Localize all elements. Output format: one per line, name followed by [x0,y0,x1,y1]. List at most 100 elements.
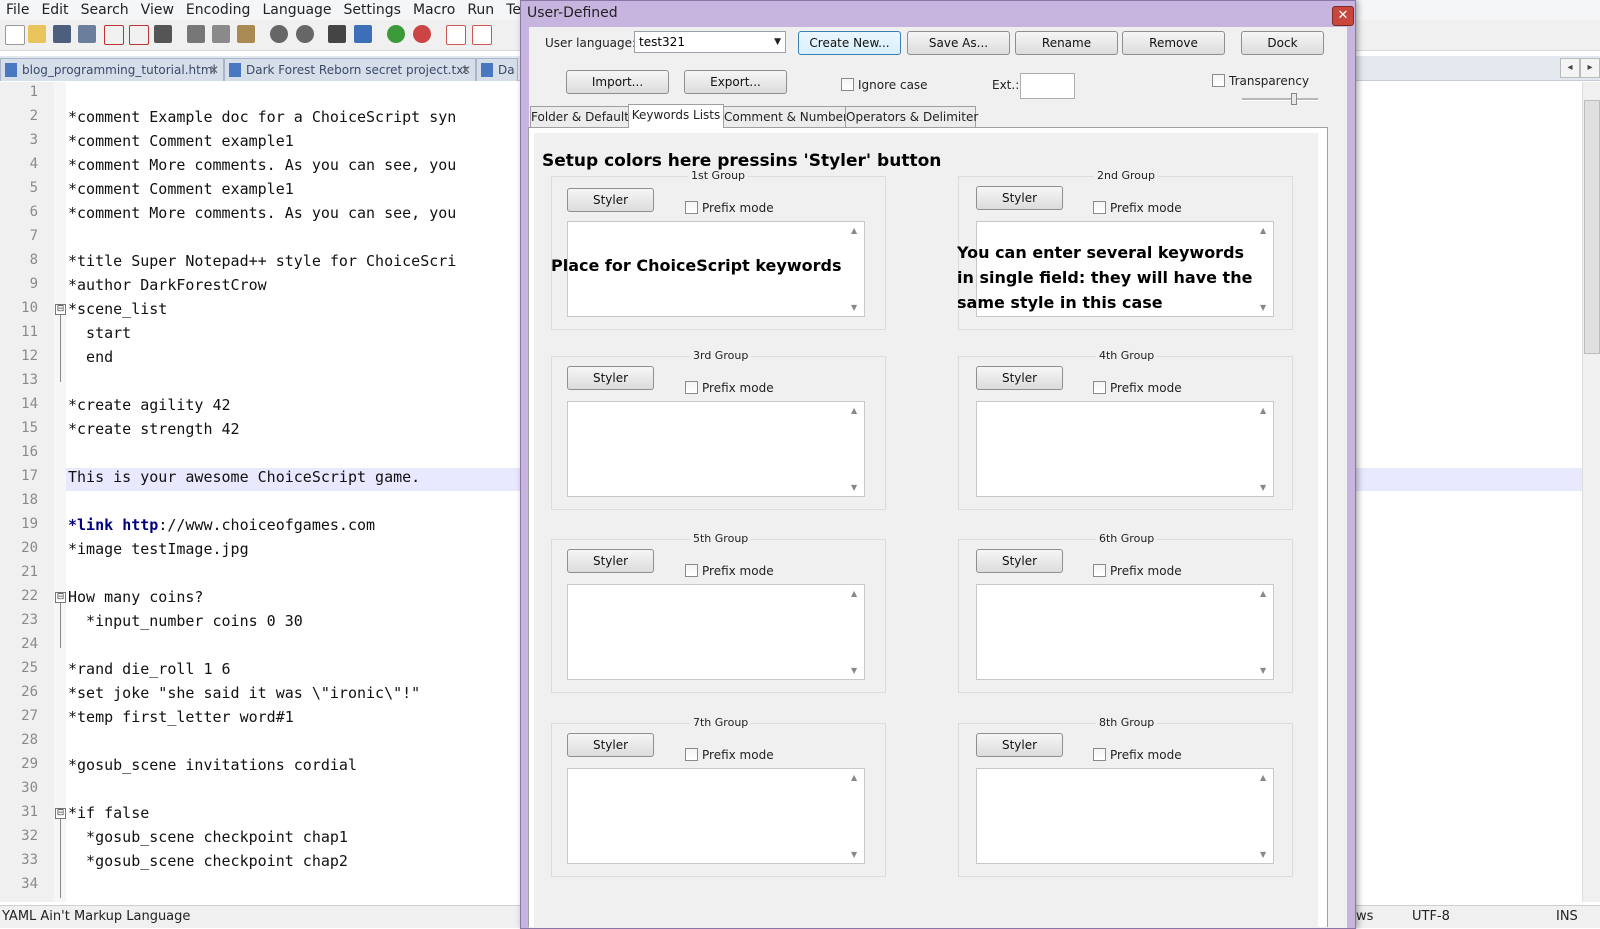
group-3-keywords-textarea[interactable]: ▲ ▼ [567,401,865,497]
close-file-icon[interactable] [104,25,124,45]
tab-close-icon[interactable]: ✕ [461,59,471,81]
print-icon[interactable] [154,25,172,43]
tab-close-icon[interactable]: ✕ [209,59,219,81]
tab-scroll-left-icon[interactable]: ◂ [1560,58,1580,78]
menu-settings[interactable]: Settings [338,0,407,20]
scroll-up-icon[interactable]: ▲ [851,589,857,598]
sync-scroll-v-icon[interactable] [446,25,466,45]
tab-keywords-lists[interactable]: Keywords Lists [628,104,724,128]
redo-icon[interactable] [296,25,314,43]
ignore-case-checkbox[interactable] [841,78,854,91]
tab-blog-programming-tutorial[interactable]: blog_programming_tutorial.html ✕ [0,58,224,81]
textarea-scrollbar[interactable]: ▲ ▼ [847,769,864,863]
scroll-down-icon[interactable]: ▼ [851,483,857,492]
save-all-icon[interactable] [78,25,96,43]
close-all-icon[interactable] [129,25,149,45]
find-icon[interactable] [328,25,346,43]
save-as-button[interactable]: Save As... [907,31,1010,55]
dialog-close-icon[interactable]: ✕ [1332,6,1354,26]
scroll-down-icon[interactable]: ▼ [1260,666,1266,675]
textarea-scrollbar[interactable]: ▲ ▼ [847,402,864,496]
group-3-styler-button[interactable]: Styler [567,366,654,390]
code-text: ://www.choiceofgames.com [158,516,376,534]
menu-encoding[interactable]: Encoding [180,0,257,20]
export-button[interactable]: Export... [684,70,787,94]
scroll-up-icon[interactable]: ▲ [1260,589,1266,598]
transparency-checkbox[interactable] [1212,74,1225,87]
scroll-down-icon[interactable]: ▼ [851,303,857,312]
tab-truncated[interactable]: Da [476,58,518,81]
group-7-prefix-checkbox[interactable] [685,748,698,761]
import-button[interactable]: Import... [566,70,669,94]
group-1-styler-button[interactable]: Styler [567,188,654,212]
save-icon[interactable] [53,25,71,43]
sync-scroll-h-icon[interactable] [472,25,492,45]
group-7-styler-button[interactable]: Styler [567,733,654,757]
scroll-down-icon[interactable]: ▼ [851,666,857,675]
menu-run[interactable]: Run [461,0,500,20]
group-8-keywords-textarea[interactable]: ▲ ▼ [976,768,1274,864]
group-8-prefix-checkbox[interactable] [1093,748,1106,761]
group-1-prefix-checkbox[interactable] [685,201,698,214]
group-4-styler-button[interactable]: Styler [976,366,1063,390]
group-5-styler-button[interactable]: Styler [567,549,654,573]
menu-search[interactable]: Search [75,0,135,20]
scroll-down-icon[interactable]: ▼ [1260,303,1266,312]
zoom-out-icon[interactable] [413,25,431,43]
menu-view[interactable]: View [135,0,180,20]
scroll-down-icon[interactable]: ▼ [1260,850,1266,859]
transparency-slider-thumb[interactable] [1291,93,1297,105]
new-file-icon[interactable] [5,25,25,45]
textarea-scrollbar[interactable]: ▲ ▼ [1256,402,1273,496]
group-5-keywords-textarea[interactable]: ▲ ▼ [567,584,865,680]
group-2-prefix-checkbox[interactable] [1093,201,1106,214]
group-5-prefix-checkbox[interactable] [685,564,698,577]
group-4-keywords-textarea[interactable]: ▲ ▼ [976,401,1274,497]
dock-button[interactable]: Dock [1241,31,1324,55]
scroll-up-icon[interactable]: ▲ [851,773,857,782]
ext-input[interactable] [1020,73,1075,99]
menu-file[interactable]: File [0,0,35,20]
tab-operators-delimiter[interactable]: Operators & Delimiter [845,106,978,127]
tab-dark-forest-reborn[interactable]: Dark Forest Reborn secret project.txt ✕ [224,58,476,81]
replace-icon[interactable] [354,25,372,43]
tab-comment-number[interactable]: Comment & Number [723,106,848,127]
scroll-up-icon[interactable]: ▲ [1260,406,1266,415]
scroll-up-icon[interactable]: ▲ [851,226,857,235]
textarea-scrollbar[interactable]: ▲ ▼ [1256,222,1273,316]
menu-macro[interactable]: Macro [407,0,461,20]
textarea-scrollbar[interactable]: ▲ ▼ [1256,769,1273,863]
scroll-up-icon[interactable]: ▲ [851,406,857,415]
textarea-scrollbar[interactable]: ▲ ▼ [847,222,864,316]
tab-folder-default[interactable]: Folder & Default [530,106,629,127]
textarea-scrollbar[interactable]: ▲ ▼ [847,585,864,679]
editor-scroll-thumb[interactable] [1584,100,1600,354]
cut-icon[interactable] [187,25,205,43]
group-6-prefix-checkbox[interactable] [1093,564,1106,577]
tab-scroll-right-icon[interactable]: ▸ [1580,58,1600,78]
textarea-scrollbar[interactable]: ▲ ▼ [1256,585,1273,679]
scroll-down-icon[interactable]: ▼ [1260,483,1266,492]
zoom-in-icon[interactable] [387,25,405,43]
create-new-button[interactable]: Create New... [798,31,901,55]
copy-icon[interactable] [212,25,230,43]
menu-edit[interactable]: Edit [35,0,74,20]
remove-button[interactable]: Remove [1122,31,1225,55]
open-file-icon[interactable] [28,25,46,43]
group-6-styler-button[interactable]: Styler [976,549,1063,573]
undo-icon[interactable] [270,25,288,43]
group-6-keywords-textarea[interactable]: ▲ ▼ [976,584,1274,680]
paste-icon[interactable] [237,25,255,43]
transparency-slider[interactable] [1242,98,1318,101]
scroll-up-icon[interactable]: ▲ [1260,773,1266,782]
group-2-styler-button[interactable]: Styler [976,186,1063,210]
menu-language[interactable]: Language [256,0,337,20]
group-7-keywords-textarea[interactable]: ▲ ▼ [567,768,865,864]
group-3-prefix-checkbox[interactable] [685,381,698,394]
group-8-styler-button[interactable]: Styler [976,733,1063,757]
group-4-prefix-checkbox[interactable] [1093,381,1106,394]
user-language-select[interactable]: test321 ▼ [634,31,786,53]
scroll-up-icon[interactable]: ▲ [1260,226,1266,235]
rename-button[interactable]: Rename [1015,31,1118,55]
scroll-down-icon[interactable]: ▼ [851,850,857,859]
